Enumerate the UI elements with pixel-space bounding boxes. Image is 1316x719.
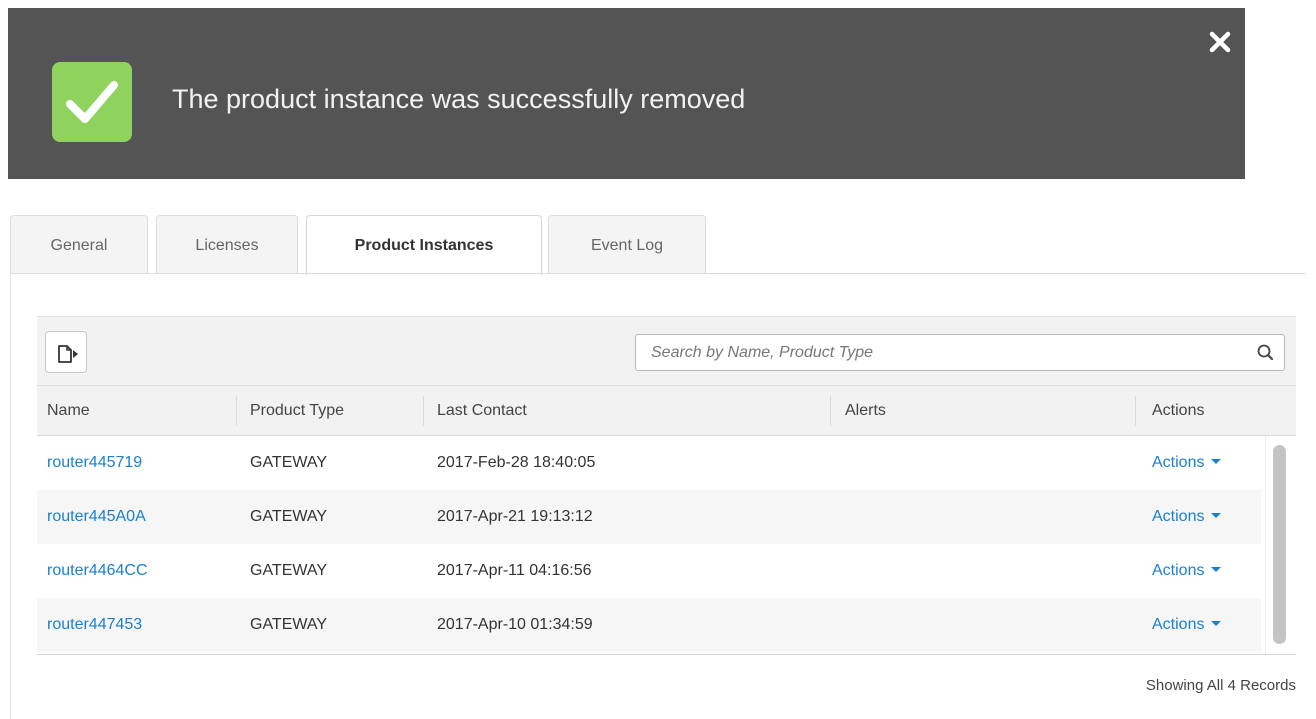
- instance-name-link[interactable]: router4464CC: [47, 544, 148, 598]
- table-bottom-border: [37, 654, 1296, 655]
- search-input[interactable]: [637, 336, 1237, 369]
- column-separator: [423, 396, 424, 426]
- caret-down-icon: [1211, 621, 1222, 627]
- export-button[interactable]: [45, 331, 87, 373]
- column-separator: [1135, 396, 1136, 426]
- last-contact-cell: 2017-Feb-28 18:40:05: [437, 454, 596, 471]
- checkmark-icon: [66, 81, 118, 123]
- tab-licenses[interactable]: Licenses: [156, 215, 298, 274]
- tab-general[interactable]: General: [10, 215, 148, 274]
- export-icon: [58, 345, 78, 363]
- product-type-cell: GATEWAY: [250, 454, 328, 471]
- last-contact-cell: 2017-Apr-10 01:34:59: [437, 616, 593, 633]
- table-body: router445719 GATEWAY 2017-Feb-28 18:40:0…: [37, 436, 1261, 654]
- actions-label: Actions: [1152, 454, 1205, 471]
- banner-message: The product instance was successfully re…: [172, 84, 746, 114]
- actions-label: Actions: [1152, 508, 1205, 525]
- instance-name-link[interactable]: router445A0A: [47, 490, 146, 544]
- table-toolbar: [37, 316, 1296, 385]
- record-count: Showing All 4 Records: [1145, 677, 1296, 694]
- actions-dropdown[interactable]: Actions: [1152, 544, 1222, 598]
- panel-border: [10, 273, 11, 719]
- last-contact-cell: 2017-Apr-11 04:16:56: [437, 562, 592, 579]
- instance-name-link[interactable]: router445719: [47, 436, 142, 490]
- app-root: The product instance was successfully re…: [0, 0, 1316, 719]
- column-header-last-contact[interactable]: Last Contact: [437, 386, 527, 436]
- column-separator: [830, 396, 831, 426]
- success-banner: The product instance was successfully re…: [8, 8, 1245, 179]
- scrollbar-thumb[interactable]: [1273, 445, 1286, 644]
- table-row: router445A0A GATEWAY 2017-Apr-21 19:13:1…: [37, 490, 1261, 544]
- column-header-product-type[interactable]: Product Type: [250, 386, 344, 436]
- close-icon: [1209, 31, 1231, 53]
- caret-down-icon: [1211, 567, 1222, 573]
- column-header-name[interactable]: Name: [47, 386, 90, 436]
- column-header-actions: Actions: [1152, 402, 1205, 419]
- search-icon[interactable]: [1256, 343, 1276, 363]
- tab-event-log[interactable]: Event Log: [548, 215, 706, 274]
- column-separator: [236, 396, 237, 426]
- column-header-alerts[interactable]: Alerts: [845, 386, 886, 436]
- caret-down-icon: [1211, 459, 1222, 465]
- search-box: [635, 334, 1285, 371]
- tab-product-instances[interactable]: Product Instances: [306, 215, 542, 275]
- actions-dropdown[interactable]: Actions: [1152, 598, 1222, 652]
- product-type-cell: GATEWAY: [250, 562, 328, 579]
- table-row: router447453 GATEWAY 2017-Apr-10 01:34:5…: [37, 598, 1261, 652]
- success-checkmark-badge: [52, 62, 132, 142]
- last-contact-cell: 2017-Apr-21 19:13:12: [437, 508, 593, 525]
- actions-label: Actions: [1152, 562, 1205, 579]
- table-row: router4464CC GATEWAY 2017-Apr-11 04:16:5…: [37, 544, 1261, 598]
- tab-divider: [10, 273, 1306, 274]
- close-banner-button[interactable]: [1204, 26, 1236, 58]
- table-header: Name Product Type Last Contact Alerts Ac…: [37, 385, 1296, 436]
- table-row: router445719 GATEWAY 2017-Feb-28 18:40:0…: [37, 436, 1261, 490]
- actions-dropdown[interactable]: Actions: [1152, 436, 1222, 490]
- table-scrollbar[interactable]: [1265, 436, 1296, 654]
- product-type-cell: GATEWAY: [250, 616, 328, 633]
- caret-down-icon: [1211, 513, 1222, 519]
- actions-dropdown[interactable]: Actions: [1152, 490, 1222, 544]
- instance-name-link[interactable]: router447453: [47, 598, 142, 652]
- actions-label: Actions: [1152, 616, 1205, 633]
- product-type-cell: GATEWAY: [250, 508, 328, 525]
